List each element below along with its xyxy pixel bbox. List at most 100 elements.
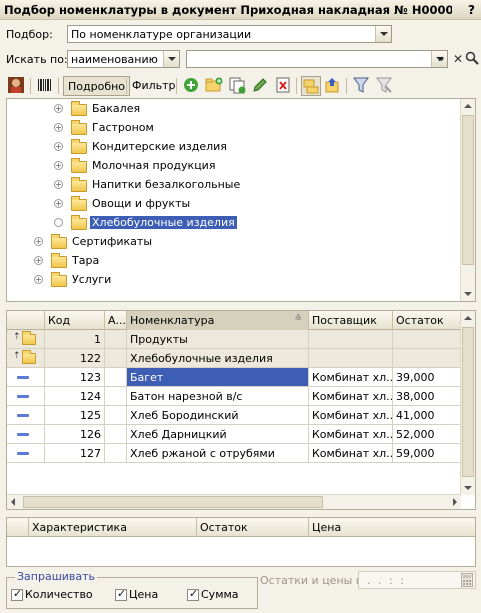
header-icon-col <box>7 518 29 537</box>
chevron-down-icon[interactable] <box>375 26 391 42</box>
table-hscrollbar[interactable] <box>7 494 461 509</box>
cell-article <box>105 387 127 406</box>
cell-supplier: Комбинат хл... <box>309 368 393 387</box>
expand-icon[interactable]: + <box>34 275 43 284</box>
column-header-stock[interactable]: Остаток <box>393 311 461 330</box>
scroll-up-icon[interactable] <box>461 311 475 325</box>
cell-name: Хлеб Дарницкий <box>127 425 309 444</box>
cell-name: Хлеб Бородинский <box>127 406 309 425</box>
scroll-down-icon[interactable] <box>461 287 475 301</box>
detailed-button[interactable]: Подробно <box>63 76 131 96</box>
search-history-button[interactable]: » <box>434 51 448 67</box>
cell-supplier: Комбинат хл... <box>309 444 393 463</box>
cell-code: 123 <box>45 368 105 387</box>
add-folder-icon[interactable] <box>205 76 223 96</box>
cell-name: Хлебобулочные изделия <box>127 349 309 368</box>
cell-stock <box>393 330 461 349</box>
delete-icon[interactable] <box>274 76 292 96</box>
item-icon <box>17 452 29 455</box>
expand-icon[interactable]: + <box>54 180 63 189</box>
request-group: Запрашивать Количество Цена Сумма <box>6 570 258 609</box>
toolbar: Подробно Фильтр <box>0 74 481 98</box>
sum-label: Сумма <box>201 588 239 601</box>
group-row[interactable]: ⇡ 122 Хлебобулочные изделия <box>7 349 461 368</box>
expand-icon[interactable]: + <box>54 161 63 170</box>
row-icon-cell <box>7 425 45 444</box>
add-icon[interactable] <box>182 76 200 96</box>
cell-article <box>105 425 127 444</box>
scroll-thumb[interactable] <box>23 496 323 508</box>
scroll-thumb[interactable] <box>462 115 474 265</box>
column-header-name[interactable]: Номенклатура ≙ <box>127 311 309 330</box>
column-header-stock[interactable]: Остаток <box>197 518 309 537</box>
help-button[interactable]: ? <box>468 3 475 17</box>
search-icon[interactable] <box>465 51 479 67</box>
scroll-down-icon[interactable] <box>461 481 475 495</box>
row-icon-cell: ⇡ <box>7 349 45 368</box>
tree-scrollbar[interactable] <box>460 99 475 301</box>
tree-item-label: Кондитерские изделия <box>92 140 227 153</box>
clear-search-button[interactable]: ✕ <box>451 51 465 67</box>
window-title: Подбор номенклатуры в документ Приходная… <box>4 3 452 17</box>
cell-article <box>105 330 127 349</box>
expand-icon[interactable]: + <box>34 256 43 265</box>
scroll-thumb[interactable] <box>462 327 474 477</box>
chevron-down-icon[interactable] <box>163 51 179 67</box>
expand-icon[interactable]: + <box>34 237 43 246</box>
table-row[interactable]: 123 Багет Комбинат хл... 39,000 <box>7 368 461 387</box>
edit-icon[interactable] <box>251 76 269 96</box>
characteristics-table[interactable]: Характеристика Остаток Цена <box>6 517 476 567</box>
expand-icon[interactable]: + <box>54 199 63 208</box>
folder-icon <box>71 139 87 154</box>
cell-code: 1 <box>45 330 105 349</box>
table-row[interactable]: 126 Хлеб Дарницкий Комбинат хл... 52,000 <box>7 425 461 444</box>
groups-tree[interactable]: + Бакалея + Гастроном + Кондитерские изд… <box>6 98 476 302</box>
column-header-price[interactable]: Цена <box>309 518 475 537</box>
row-icon-cell <box>7 387 45 406</box>
cell-article <box>105 368 127 387</box>
table-vscrollbar[interactable] <box>460 311 475 495</box>
checkbox-checked-icon[interactable] <box>187 587 199 601</box>
row-icon-cell <box>7 444 45 463</box>
podbor-select[interactable]: По номенклатуре организации <box>67 25 392 43</box>
filter-off-icon[interactable] <box>375 76 393 96</box>
item-icon <box>17 376 29 379</box>
picture-icon[interactable] <box>7 76 25 96</box>
table-row[interactable]: 127 Хлеб ржаной с отрубями Комбинат хл..… <box>7 444 461 463</box>
hierarchy-icon[interactable] <box>301 76 321 96</box>
expand-icon[interactable]: + <box>54 142 63 151</box>
expand-icon[interactable]: + <box>54 104 63 113</box>
toolbar-separator <box>176 78 177 94</box>
copy-icon[interactable] <box>228 76 246 96</box>
cell-code: 122 <box>45 349 105 368</box>
group-row[interactable]: ⇡ 1 Продукты <box>7 330 461 349</box>
cell-stock: 52,000 <box>393 425 461 444</box>
scroll-left-icon[interactable] <box>7 495 21 509</box>
expand-icon[interactable]: + <box>54 123 63 132</box>
level-up-icon[interactable] <box>324 76 342 96</box>
stock-date-value: . . : : <box>367 574 406 587</box>
search-field-select[interactable]: наименованию <box>67 50 180 68</box>
column-header-supplier[interactable]: Поставщик <box>309 311 393 330</box>
scroll-up-icon[interactable] <box>461 99 475 113</box>
leaf-icon <box>54 218 63 227</box>
checkbox-checked-icon[interactable] <box>115 587 127 601</box>
tree-item-label: Сертификаты <box>72 235 153 248</box>
table-header: Код А... Номенклатура ≙ Поставщик Остато… <box>7 311 461 330</box>
column-header-characteristic[interactable]: Характеристика <box>29 518 197 537</box>
column-header-code[interactable]: Код <box>45 311 105 330</box>
checkbox-checked-icon[interactable] <box>11 587 23 601</box>
scroll-right-icon[interactable] <box>447 495 461 509</box>
table-row[interactable]: 125 Хлеб Бородинский Комбинат хл... 41,0… <box>7 406 461 425</box>
cell-name: Багет <box>127 368 309 387</box>
tree-item-label: Бакалея <box>92 102 141 115</box>
table-row[interactable]: 124 Батон нарезной в/с Комбинат хл... 38… <box>7 387 461 406</box>
barcode-icon[interactable] <box>36 76 54 96</box>
column-header-article[interactable]: А... <box>105 311 127 330</box>
cell-code: 126 <box>45 425 105 444</box>
toolbar-separator <box>126 78 127 94</box>
search-input[interactable] <box>186 50 448 68</box>
filter-settings-icon[interactable] <box>352 76 370 96</box>
items-table[interactable]: Код А... Номенклатура ≙ Поставщик Остато… <box>6 310 476 510</box>
filter-button[interactable]: Фильтр <box>128 76 180 96</box>
